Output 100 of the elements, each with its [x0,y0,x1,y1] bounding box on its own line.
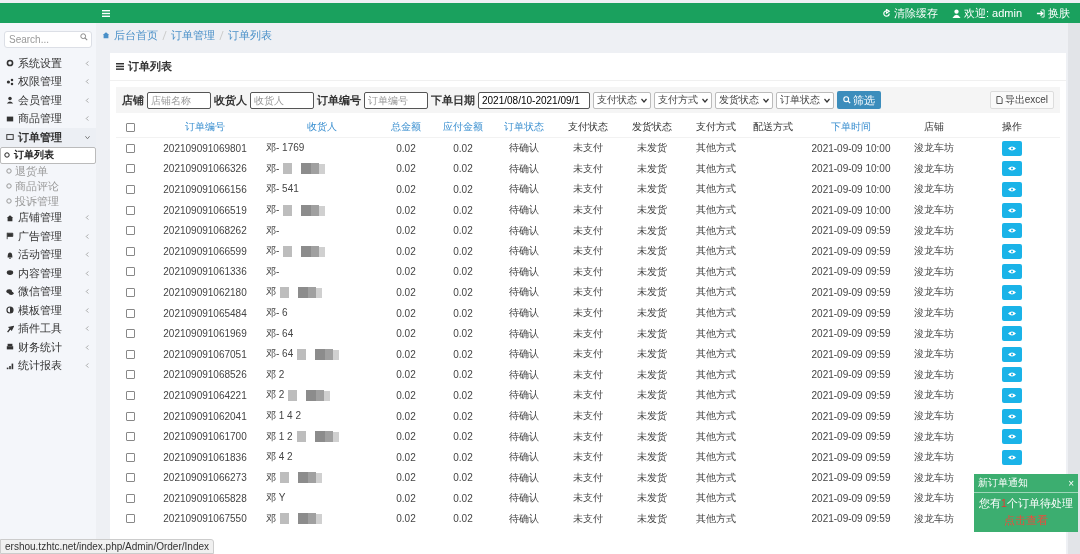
sidebar-item[interactable]: 财务统计 [0,338,96,357]
sidebar-label: 插件工具 [18,321,62,337]
view-button[interactable] [1002,140,1022,156]
select-dropdown[interactable]: 发货状态 [715,91,773,109]
view-button[interactable] [1002,223,1022,239]
checkbox[interactable] [125,349,135,359]
select-dropdown[interactable]: 订单状态 [776,91,834,109]
table-cell: 其他方式 [696,203,736,218]
table-cell: 0.02 [453,245,473,257]
input-field[interactable]: 店铺名称 [147,91,211,109]
column-header[interactable]: 收货人 [307,120,337,134]
input-field[interactable]: 收货人 [250,91,314,109]
input-field[interactable]: 2021/08/10-2021/09/1 [478,91,590,109]
sidebar-item[interactable]: 模板管理 [0,301,96,320]
sidebar-item[interactable]: 店铺管理 [0,208,96,227]
sidebar-item[interactable]: 微信管理 [0,282,96,301]
view-button[interactable] [1002,429,1022,445]
column-header[interactable]: 总金额 [391,120,421,134]
sidebar-item[interactable]: 订单管理 [0,128,96,147]
sidebar-item[interactable]: 广告管理 [0,227,96,246]
table-cell: 其他方式 [696,409,736,423]
table-cell: 未发货 [637,367,667,382]
table-cell: 其他方式 [696,429,736,444]
table-cell: 0.02 [396,225,416,237]
view-button[interactable] [1002,284,1022,300]
checkbox[interactable] [125,514,135,524]
column-header[interactable]: 订单状态 [504,120,544,134]
house-icon [6,213,14,222]
checkbox[interactable] [125,164,135,174]
user-icon [6,96,14,105]
view-button[interactable] [1002,161,1022,177]
table-cell: 2021-09-09 09:59 [811,451,891,463]
checkbox[interactable] [125,226,135,236]
checkbox[interactable] [125,143,135,153]
table-cell: 0.02 [396,389,416,401]
view-button[interactable] [1002,264,1022,280]
view-button[interactable] [1002,367,1022,383]
column-header[interactable]: 应付金额 [443,120,483,134]
sidebar-item[interactable]: 系统设置 [0,54,96,73]
view-button[interactable] [1002,305,1022,321]
select-dropdown[interactable]: 支付状态 [593,91,651,109]
table-cell: 202109091065828 [163,492,247,504]
sidebar-item[interactable]: 商品管理 [0,109,96,128]
menu-icon[interactable] [102,9,110,17]
caret-icon [85,289,90,295]
checkbox[interactable] [125,370,135,380]
search-field[interactable]: Search... [4,31,92,48]
checkbox[interactable] [125,493,135,503]
view-button[interactable] [1002,346,1022,362]
caret-icon [85,326,90,332]
view-button[interactable] [1002,387,1022,403]
checkbox[interactable] [125,473,135,483]
checkbox[interactable] [125,267,135,277]
view-button[interactable] [1002,408,1022,424]
eye-icon [1008,310,1016,316]
filter-button[interactable]: 筛选 [837,91,881,109]
sidebar-item[interactable]: 内容管理 [0,264,96,283]
select-dropdown[interactable]: 支付方式 [654,91,712,109]
table-cell: 0.02 [396,163,416,175]
checkbox[interactable] [125,185,135,194]
table-cell: 未支付 [573,347,603,362]
view-button[interactable] [1002,326,1022,342]
sidebar-item[interactable]: 统计报表 [0,356,96,375]
table-cell: 浚龙车坊 [914,306,954,321]
circle-icon [6,198,12,204]
export-button[interactable]: 导出excel [989,91,1054,109]
view-button[interactable] [1002,202,1022,218]
sidebar-item[interactable]: 活动管理 [0,245,96,264]
circle-icon [6,168,12,174]
sidebar-item[interactable]: 权限管理 [0,72,96,91]
checkbox[interactable] [125,246,135,256]
checkbox[interactable] [125,122,135,132]
input-field[interactable]: 订单编号 [364,91,428,109]
view-button[interactable] [1002,182,1022,197]
checkbox[interactable] [125,432,135,442]
table-cell: 202109091061969 [163,328,247,340]
column-header[interactable]: 下单时间 [831,120,871,134]
checkbox[interactable] [125,411,135,421]
checkbox[interactable] [125,390,135,400]
sidebar-item[interactable]: 会员管理 [0,91,96,110]
table-cell: 未发货 [637,182,667,197]
filter-label: 订单编号 [317,92,361,108]
view-button[interactable] [1002,243,1022,259]
checkbox[interactable] [125,287,135,297]
table-cell: 浚龙车坊 [914,470,954,485]
chats-icon [6,287,14,296]
table-cell: 0.02 [396,328,416,340]
table-cell: 0.02 [453,472,473,484]
sidebar-label: 活动管理 [18,247,62,263]
checkbox[interactable] [125,308,135,318]
sidebar-item[interactable]: 插件工具 [0,319,96,338]
checkbox[interactable] [125,452,135,462]
column-header[interactable]: 订单编号 [185,120,225,134]
checkbox[interactable] [125,329,135,339]
table-cell: 0.02 [453,328,473,340]
checkbox[interactable] [125,205,135,215]
table-cell: 2021-09-09 09:59 [811,225,891,237]
table-cell: 202109091068526 [163,369,247,381]
filter-label: 下单日期 [431,92,475,108]
view-button[interactable] [1002,449,1022,465]
